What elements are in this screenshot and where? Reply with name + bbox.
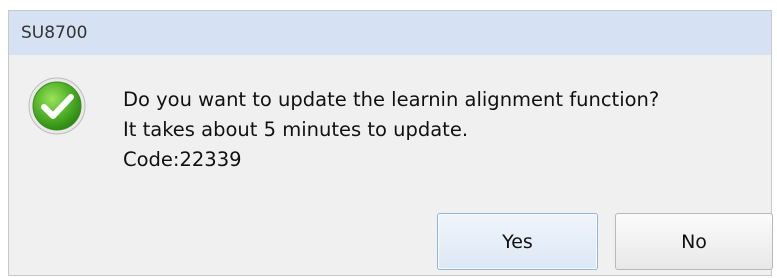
message-line-code: Code:22339 — [123, 148, 242, 171]
confirmation-dialog: SU8700 Do you want to update the learnin… — [8, 10, 773, 276]
message-line-question: Do you want to update the learnin alignm… — [123, 88, 660, 111]
no-button[interactable]: No — [615, 213, 773, 270]
dialog-message: Do you want to update the learnin alignm… — [123, 85, 659, 175]
message-line-duration: It takes about 5 minutes to update. — [123, 118, 469, 141]
success-check-icon — [28, 77, 86, 135]
dialog-title: SU8700 — [21, 23, 88, 43]
yes-button[interactable]: Yes — [437, 213, 598, 270]
dialog-titlebar[interactable]: SU8700 — [9, 11, 771, 55]
